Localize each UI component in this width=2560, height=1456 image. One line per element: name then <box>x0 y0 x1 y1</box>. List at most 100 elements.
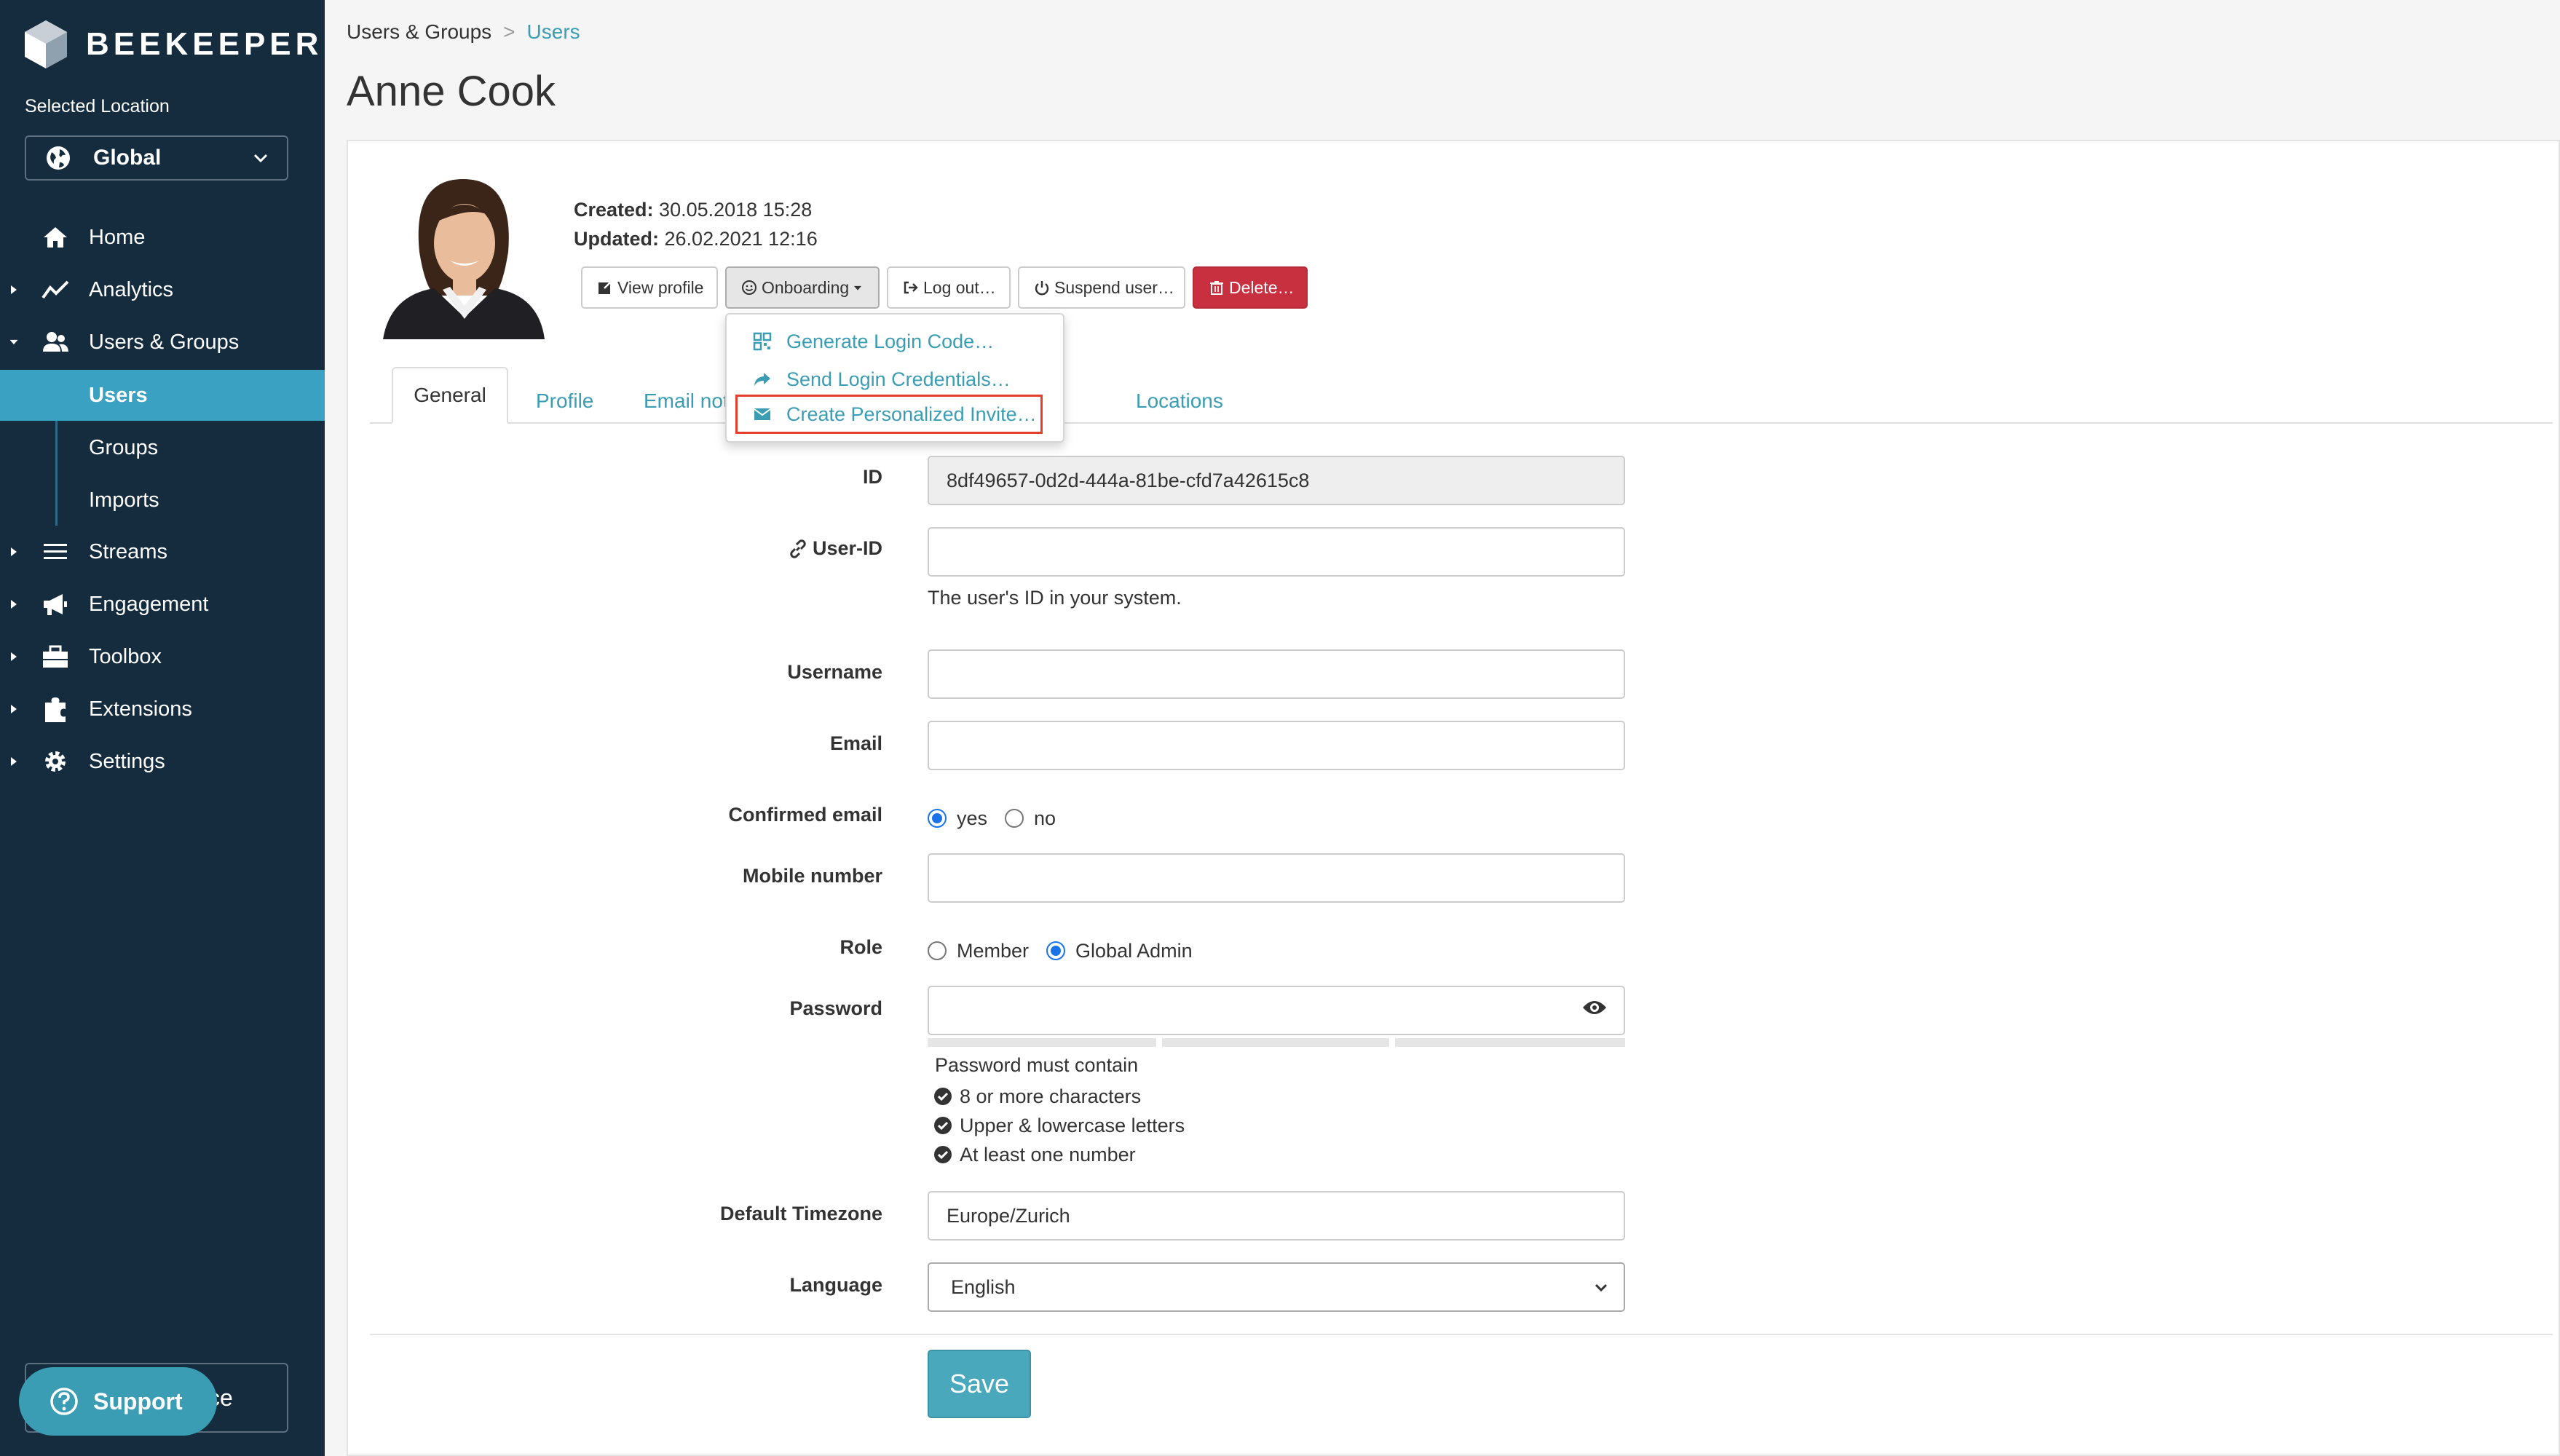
user-id-field[interactable] <box>928 527 1625 577</box>
caret-down-icon <box>854 285 862 290</box>
logout-label: Log out… <box>923 277 996 297</box>
breadcrumb-separator: > <box>503 20 515 43</box>
radio-member[interactable] <box>928 941 947 960</box>
sidebar-item-users-groups[interactable]: Users & Groups <box>0 319 325 365</box>
brand-name: BEEKEEPER <box>86 26 323 62</box>
location-value: Global <box>93 146 162 170</box>
onboarding-label: Onboarding <box>762 277 850 297</box>
radio-yes[interactable] <box>928 809 947 828</box>
breadcrumb-current[interactable]: Users <box>527 20 580 44</box>
role-admin-option[interactable]: Global Admin <box>1046 940 1193 962</box>
caret-down-icon <box>9 339 18 345</box>
streams-icon <box>41 537 70 566</box>
support-button[interactable]: Support <box>19 1367 217 1436</box>
suspend-user-button[interactable]: Suspend user… <box>1018 266 1185 309</box>
gear-icon <box>41 747 70 776</box>
sidebar-item-toolbox[interactable]: Toolbox <box>0 633 325 680</box>
chevron-down-icon <box>253 154 268 163</box>
sidebar-item-extensions[interactable]: Extensions <box>0 686 325 732</box>
avatar <box>383 165 545 339</box>
created-value: 30.05.2018 15:28 <box>659 199 813 221</box>
share-icon <box>754 373 770 386</box>
radio-no[interactable] <box>1005 809 1024 828</box>
user-panel <box>347 140 2560 1456</box>
confirmed-no-option[interactable]: no <box>1005 807 1056 830</box>
username-field[interactable] <box>928 649 1625 699</box>
page-title: Anne Cook <box>347 68 556 115</box>
tab-profile[interactable]: Profile <box>536 379 593 424</box>
sidebar-item-label: Home <box>89 225 146 249</box>
tab-email-notifications[interactable]: Email not <box>644 379 729 424</box>
delete-button[interactable]: Delete… <box>1193 266 1308 309</box>
id-label: ID <box>863 466 882 488</box>
check-circle-icon <box>934 1146 952 1163</box>
sidebar-subitem-groups[interactable]: Groups <box>55 422 325 473</box>
language-select[interactable]: English <box>928 1262 1625 1312</box>
qrcode-icon <box>753 332 772 351</box>
home-icon <box>41 223 70 252</box>
password-requirement-text: Upper & lowercase letters <box>960 1114 1185 1136</box>
tab-general[interactable]: General <box>392 367 508 424</box>
sidebar: BEEKEEPER Selected Location Global Home … <box>0 0 325 1456</box>
tab-locations[interactable]: Locations <box>1136 379 1223 424</box>
role-admin-label: Global Admin <box>1075 939 1193 962</box>
confirmed-yes-option[interactable]: yes <box>928 807 987 830</box>
password-requirement: At least one number <box>933 1140 1136 1169</box>
password-requirements-title: Password must contain <box>935 1054 1139 1076</box>
radio-global-admin[interactable] <box>1046 941 1066 960</box>
location-select[interactable]: Global <box>25 135 288 181</box>
user-id-help: The user's ID in your system. <box>928 587 1182 609</box>
link-icon <box>790 539 806 558</box>
logout-button[interactable]: Log out… <box>887 266 1011 309</box>
default-timezone-label: Default Timezone <box>719 1203 882 1224</box>
menu-item-highlight <box>735 395 1043 434</box>
puzzle-icon <box>41 695 70 724</box>
language-label: Language <box>789 1274 882 1296</box>
support-label: Support <box>93 1388 183 1415</box>
users-icon <box>41 328 70 357</box>
role-member-label: Member <box>957 939 1030 962</box>
mobile-number-label: Mobile number <box>742 865 882 887</box>
trash-icon <box>1210 281 1223 295</box>
sidebar-item-label: Analytics <box>89 277 174 301</box>
password-field[interactable] <box>928 986 1625 1035</box>
password-label: Password <box>789 997 882 1019</box>
save-button[interactable]: Save <box>928 1350 1031 1418</box>
id-field[interactable]: 8df49657-0d2d-444a-81be-cfd7a42615c8 <box>928 456 1625 505</box>
brand-logo[interactable]: BEEKEEPER <box>23 19 323 70</box>
sidebar-item-streams[interactable]: Streams <box>0 529 325 575</box>
mobile-number-field[interactable] <box>928 853 1625 903</box>
globe-icon <box>47 146 70 170</box>
sign-out-icon <box>904 281 918 294</box>
menu-item-generate-login-code[interactable]: Generate Login Code… <box>753 325 994 358</box>
sidebar-item-settings[interactable]: Settings <box>0 738 325 785</box>
sidebar-item-home[interactable]: Home <box>0 214 325 261</box>
sidebar-item-analytics[interactable]: Analytics <box>0 266 325 313</box>
sidebar-item-engagement[interactable]: Engagement <box>0 581 325 628</box>
email-field[interactable] <box>928 721 1625 770</box>
sidebar-item-label: Toolbox <box>89 644 162 668</box>
password-strength-bar <box>1395 1038 1625 1047</box>
default-timezone-field[interactable]: Europe/Zurich <box>928 1191 1625 1241</box>
password-requirement-text: 8 or more characters <box>960 1085 1142 1107</box>
delete-label: Delete… <box>1229 277 1295 297</box>
toolbox-icon <box>41 642 70 671</box>
eye-icon[interactable] <box>1581 997 1608 1018</box>
sidebar-subitem-imports[interactable]: Imports <box>55 475 325 526</box>
role-member-option[interactable]: Member <box>928 940 1029 962</box>
breadcrumb-parent[interactable]: Users & Groups <box>347 20 491 44</box>
sidebar-item-label: Users & Groups <box>89 330 240 354</box>
megaphone-icon <box>41 590 70 619</box>
sidebar-subitem-users[interactable]: Users <box>0 370 325 421</box>
onboarding-menu: Generate Login Code… Send Login Credenti… <box>725 313 1064 443</box>
check-circle-icon <box>934 1088 952 1105</box>
view-profile-button[interactable]: View profile <box>581 266 718 309</box>
location-caption: Selected Location <box>25 96 170 116</box>
email-label: Email <box>829 732 882 754</box>
check-circle-icon <box>934 1117 952 1134</box>
role-options: Member Global Admin <box>928 936 1210 965</box>
caret-right-icon <box>11 652 17 661</box>
menu-item-send-login-credentials[interactable]: Send Login Credentials… <box>753 363 1011 396</box>
password-requirement: 8 or more characters <box>933 1082 1141 1111</box>
onboarding-button[interactable]: Onboarding <box>725 266 880 309</box>
